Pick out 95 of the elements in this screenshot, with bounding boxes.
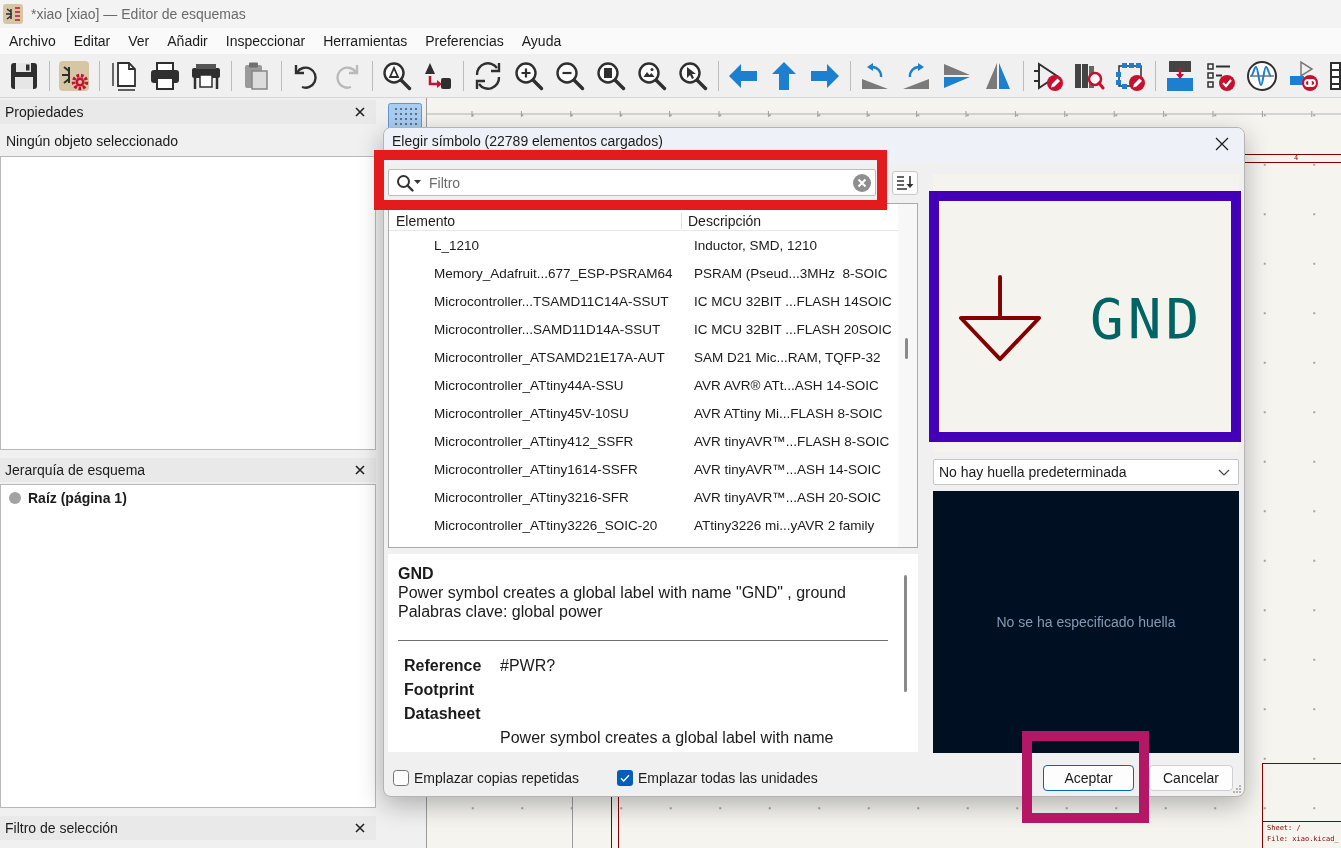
list-row[interactable]: L_1210 Inductor, SMD, 1210 bbox=[389, 231, 898, 259]
field-value: Power symbol creates a global label with name bbox=[500, 729, 834, 747]
field-name: Reference bbox=[404, 657, 482, 674]
window-title: *xiao [xiao] — Editor de esquemas bbox=[31, 6, 246, 22]
table-cell-text: L_1210 bbox=[434, 237, 481, 253]
table-cell-text: Microcontroller...SAMD11D14A-SSUT bbox=[434, 321, 662, 337]
menu-item[interactable]: Editar bbox=[64, 31, 120, 51]
scrollbar[interactable] bbox=[905, 338, 908, 359]
column-header[interactable]: Descripción bbox=[682, 213, 762, 229]
zoom-picture-icon[interactable] bbox=[636, 59, 668, 92]
checkbox-label[interactable]: Emplazar todas las unidades bbox=[638, 770, 818, 786]
menu-item[interactable]: Ayuda bbox=[512, 31, 571, 51]
panel-title: Filtro de selección bbox=[5, 820, 118, 836]
symbol-keywords: Palabras clave: global power bbox=[398, 602, 604, 621]
close-icon[interactable] bbox=[355, 823, 365, 833]
table-cell-text: Memory_Adafruit...677_ESP-PSRAM64 bbox=[434, 265, 674, 281]
amplifier-link-icon[interactable] bbox=[1287, 59, 1319, 92]
printer-icon[interactable] bbox=[149, 59, 181, 92]
symbol-value-label: GND bbox=[1090, 289, 1204, 349]
table-cell: AVR tinyAVR™...ASH 14-SOIC bbox=[694, 461, 882, 477]
table-cell: AVR tinyAVR™...FLASH 8-SOIC bbox=[694, 433, 890, 449]
menu-item[interactable]: Archivo bbox=[0, 31, 65, 51]
field-value: #PWR? bbox=[500, 657, 556, 675]
close-icon[interactable] bbox=[355, 107, 365, 117]
tree-node-icon bbox=[9, 492, 21, 504]
footprint-dropdown[interactable]: No hay huella predeterminada bbox=[933, 459, 1239, 485]
panel-title: Propiedades bbox=[5, 104, 84, 120]
list-row[interactable]: Microcontroller_ATtiny45V-10SU AVR ATtiny Mi...FLASH 8-SOIC bbox=[389, 399, 898, 427]
table-cell: ATtiny3226 mi...yAVR 2 family bbox=[694, 517, 875, 533]
table-cell-text: Microcontroller_ATtiny412_SSFR bbox=[434, 433, 635, 449]
list-row[interactable]: Microcontroller...TSAMD11C14A-SSUT IC MCU 32BIT ...FLASH 14SOIC bbox=[389, 287, 898, 315]
table-cell-text: Microcontroller_ATSAMD21E17A-AUT bbox=[434, 349, 666, 365]
app-icon bbox=[3, 4, 23, 24]
checkbox-label[interactable]: Emplazar copias repetidas bbox=[414, 770, 579, 786]
dialog-button[interactable]: Aceptar bbox=[1043, 765, 1134, 791]
scrollbar[interactable] bbox=[904, 575, 907, 692]
list-row[interactable]: Microcontroller...SAMD11D14A-SSUT IC MCU 32BIT ...FLASH 20SOIC bbox=[389, 315, 898, 343]
field-name: Datasheet bbox=[404, 705, 481, 722]
list-row[interactable]: Microcontroller_ATtiny44A-SSU AVR AVR® ATt...ASH 14-SOIC bbox=[389, 371, 898, 399]
checkbox[interactable] bbox=[393, 770, 409, 786]
zoom-page-icon[interactable] bbox=[595, 59, 627, 92]
list-row[interactable]: Microcontroller_ATtiny412_SSFR AVR tinyAVR™...FLASH 8-SOIC bbox=[389, 427, 898, 455]
zoom-in-icon[interactable] bbox=[513, 59, 545, 92]
table-cell: AVR tinyAVR™...ASH 20-SOIC bbox=[694, 489, 882, 505]
chevron-down-icon bbox=[1218, 468, 1230, 476]
table-cell: SAM D21 Mic...RAM, TQFP-32 bbox=[694, 349, 881, 365]
resize-grip-icon[interactable] bbox=[1232, 784, 1242, 794]
preview-message: No se ha especificado huella bbox=[996, 614, 1176, 630]
menu-item[interactable]: Preferencias bbox=[416, 31, 513, 51]
amplifier-edit-icon[interactable] bbox=[1032, 59, 1064, 92]
panel-title: Jerarquía de esquema bbox=[5, 462, 146, 478]
column-header[interactable]: Elemento bbox=[389, 213, 682, 229]
blocks-arrow-down-icon[interactable] bbox=[1164, 59, 1196, 92]
close-icon[interactable] bbox=[355, 465, 365, 475]
field-name: Footprint bbox=[404, 681, 475, 698]
sort-button[interactable] bbox=[892, 170, 918, 195]
checkbox[interactable] bbox=[617, 770, 633, 786]
list-row[interactable]: Microcontroller_ATSAMD21E17A-AUT SAM D21 Mic...RAM, TQFP-32 bbox=[389, 343, 898, 371]
table-cell: IC MCU 32BIT ...FLASH 20SOIC bbox=[694, 321, 892, 337]
waveform-icon[interactable] bbox=[1246, 59, 1278, 92]
table-cell: IC MCU 32BIT ...FLASH 14SOIC bbox=[694, 293, 892, 309]
clear-icon[interactable] bbox=[853, 173, 871, 192]
sort-icon bbox=[896, 174, 914, 191]
close-icon[interactable] bbox=[1215, 137, 1229, 151]
status-message: Ningún objeto seleccionado bbox=[6, 133, 178, 149]
menu-item[interactable]: Inspeccionar bbox=[216, 31, 315, 51]
zoom-out-icon[interactable] bbox=[554, 59, 586, 92]
table-cell: PSRAM (Pseud...3MHz 8-SOIC bbox=[694, 265, 888, 281]
symbol-outline bbox=[611, 797, 619, 848]
list-row[interactable]: Memory_Adafruit...677_ESP-PSRAM64 PSRAM (Pseud...3MHz 8-SOIC bbox=[389, 259, 898, 287]
table-cell-text: Microcontroller_ATtiny1614-SSFR bbox=[434, 461, 639, 477]
table-cell-text: Microcontroller_ATtiny3216-SFR bbox=[434, 489, 630, 505]
symbol-description: Power symbol creates a global label with name "GND" , ground bbox=[398, 583, 847, 602]
table-cell-text: Microcontroller...TSAMD11C14A-SSUT bbox=[434, 293, 670, 309]
table-cell: AVR AVR® ATt...ASH 14-SOIC bbox=[694, 377, 879, 393]
zoom-cursor-icon[interactable] bbox=[677, 59, 709, 92]
table-cell: AVR ATtiny Mi...FLASH 8-SOIC bbox=[694, 405, 883, 421]
menu-item[interactable]: Añadir bbox=[158, 31, 217, 51]
dialog-button[interactable]: Cancelar bbox=[1149, 765, 1233, 791]
list-row[interactable]: Microcontroller_ATtiny3226_SOIC-20 ATtiny3226 mi...yAVR 2 family bbox=[389, 511, 898, 539]
menu-item[interactable]: Herramientas bbox=[314, 31, 417, 51]
table-cell-text: Microcontroller_ATtiny44A-SSU bbox=[434, 377, 625, 393]
menu-item[interactable]: Ver bbox=[119, 31, 159, 51]
tree-item[interactable]: Raíz (página 1) bbox=[28, 490, 127, 506]
magnifier-triangle-icon[interactable] bbox=[381, 59, 413, 92]
table-cell: Inductor, SMD, 1210 bbox=[694, 237, 818, 253]
list-row[interactable]: Microcontroller_ATtiny3216-SFR AVR tinyAVR™...ASH 20-SOIC bbox=[389, 483, 898, 511]
table-cell-text: Microcontroller_ATtiny3226_SOIC-20 bbox=[434, 517, 659, 533]
symbol-name: GND bbox=[398, 564, 435, 583]
schematic-gear-icon[interactable] bbox=[58, 59, 90, 92]
search-icon[interactable] bbox=[396, 173, 422, 192]
search-field[interactable]: Filtro bbox=[388, 169, 876, 196]
table-cell-text: Microcontroller_ATtiny45V-10SU bbox=[434, 405, 630, 421]
dialog-title: Elegir símbolo (22789 elementos cargados) bbox=[392, 133, 663, 149]
list-row[interactable]: Microcontroller_ATtiny1614-SSFR AVR tinyAVR™...ASH 14-SOIC bbox=[389, 455, 898, 483]
